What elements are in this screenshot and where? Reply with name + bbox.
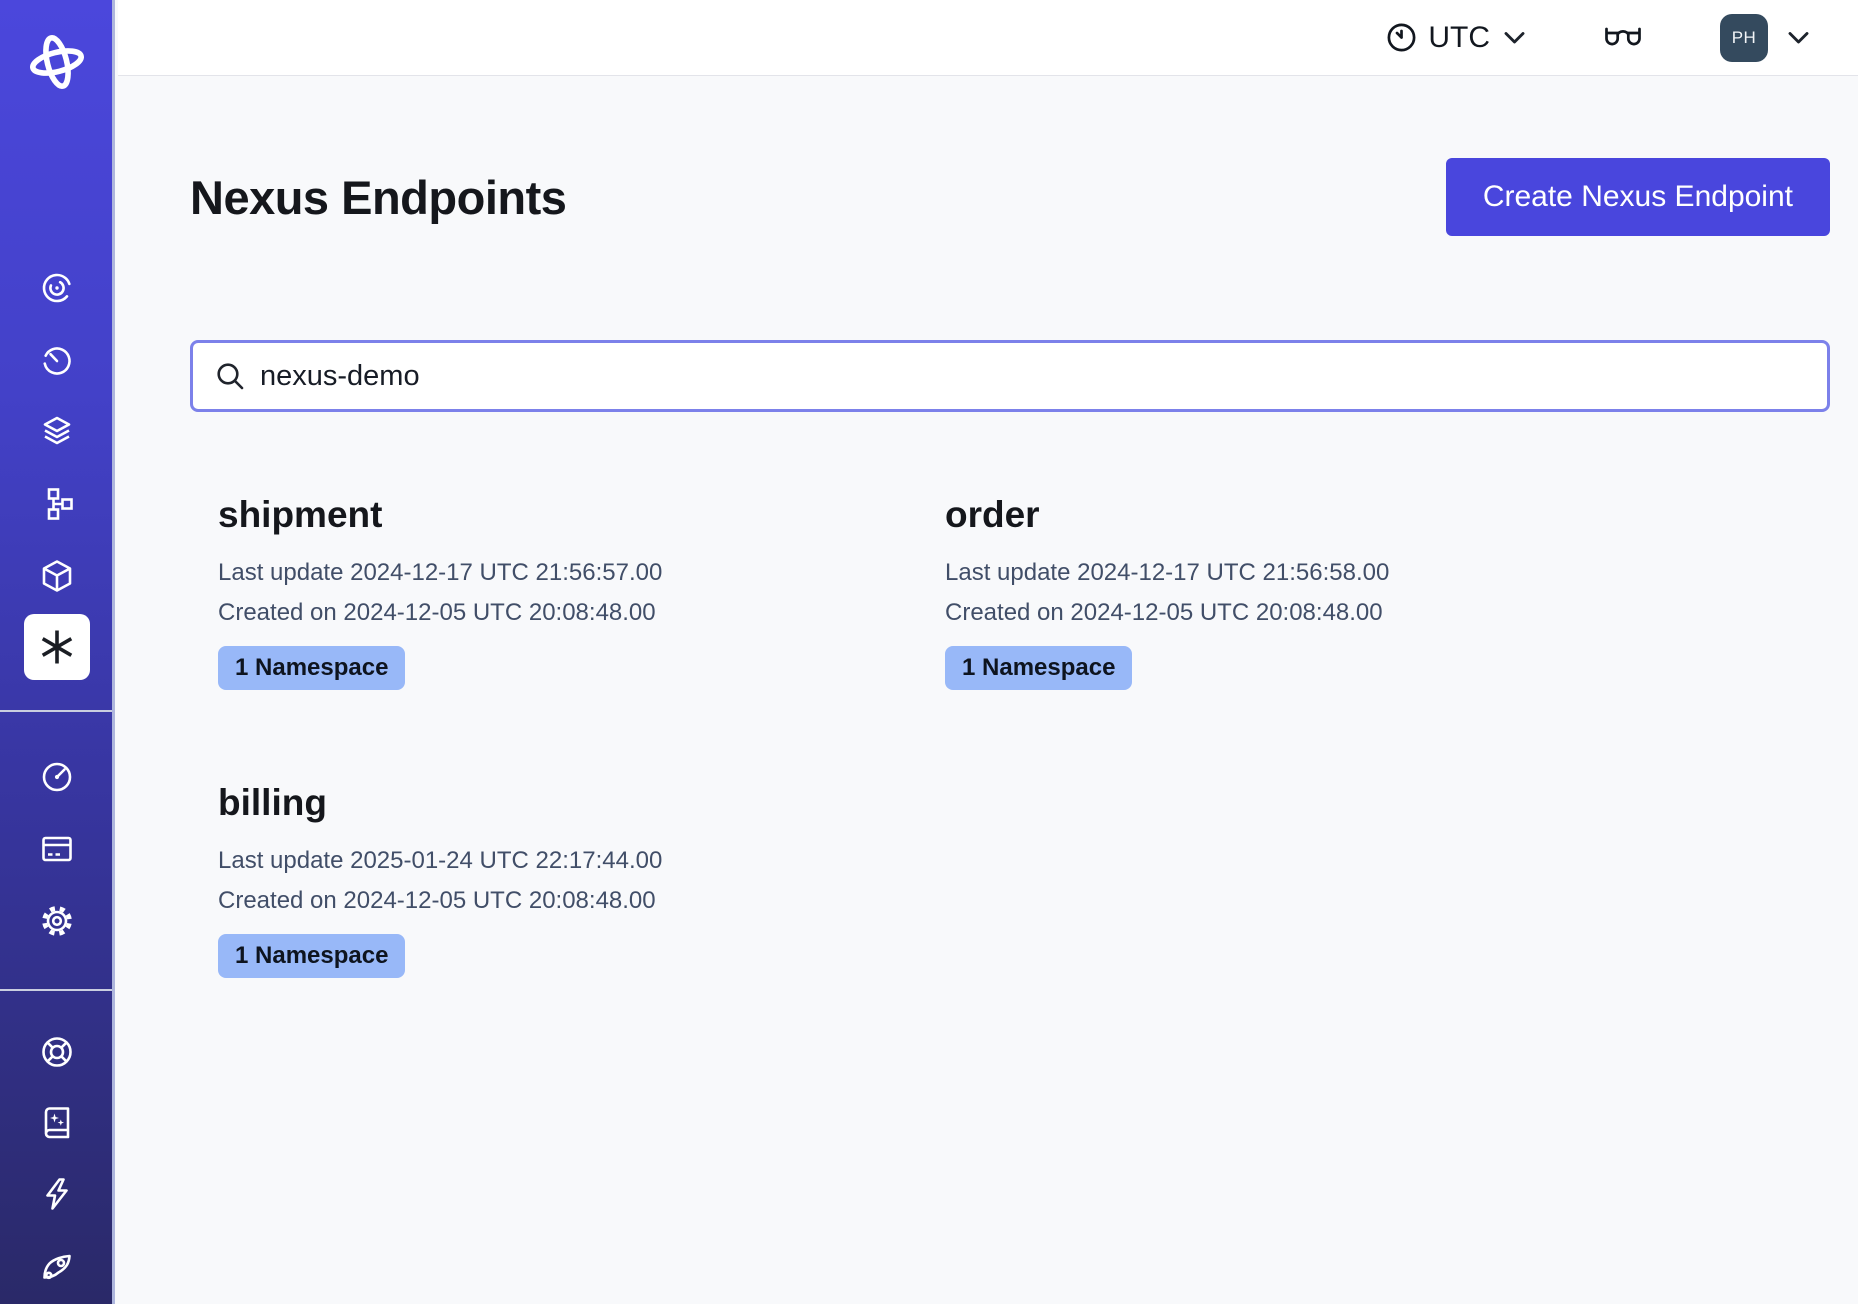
namespace-badge: 1 Namespace: [218, 646, 405, 690]
sidebar-item-schedules[interactable]: [39, 342, 75, 378]
sidebar-divider: [0, 989, 112, 991]
namespace-badge: 1 Namespace: [218, 934, 405, 978]
endpoint-last-update: Last update 2024-12-17 UTC 21:56:57.00: [218, 553, 945, 593]
billing-card-icon: [39, 831, 75, 867]
stack-icon: [39, 413, 75, 449]
sidebar-item-settings[interactable]: [39, 903, 75, 939]
sidebar-item-docs[interactable]: [39, 1105, 75, 1141]
sidebar-item-namespaces[interactable]: [39, 270, 75, 306]
endpoint-created-on: Created on 2024-12-05 UTC 20:08:48.00: [218, 881, 945, 921]
sidebar-item-billing[interactable]: [39, 831, 75, 867]
usage-gauge-icon: [39, 759, 75, 795]
labs-mode-button[interactable]: [1602, 22, 1644, 54]
temporal-logo-icon[interactable]: [25, 28, 89, 96]
endpoint-name: order: [945, 494, 1672, 536]
namespace-badge: 1 Namespace: [945, 646, 1132, 690]
chevron-down-icon: [1501, 25, 1528, 50]
sidebar-item-feedback[interactable]: [39, 1176, 75, 1212]
main-content: Nexus Endpoints Create Nexus Endpoint sh…: [118, 77, 1858, 1304]
endpoint-created-on: Created on 2024-12-05 UTC 20:08:48.00: [218, 593, 945, 633]
endpoints-grid: shipment Last update 2024-12-17 UTC 21:5…: [218, 494, 1830, 978]
endpoint-created-on: Created on 2024-12-05 UTC 20:08:48.00: [945, 593, 1672, 633]
endpoint-card-shipment[interactable]: shipment Last update 2024-12-17 UTC 21:5…: [218, 494, 945, 690]
deployments-icon: [39, 558, 75, 594]
endpoint-last-update: Last update 2025-01-24 UTC 22:17:44.00: [218, 841, 945, 881]
sidebar-item-usage[interactable]: [39, 759, 75, 795]
timezone-label: UTC: [1428, 21, 1490, 55]
timezone-selector[interactable]: UTC: [1386, 21, 1528, 55]
sidebar: [0, 0, 115, 1304]
sidebar-item-getting-started[interactable]: [39, 1249, 75, 1285]
avatar[interactable]: PH: [1720, 14, 1768, 62]
account-menu[interactable]: PH: [1720, 14, 1812, 62]
sidebar-item-nexus-active[interactable]: [24, 614, 90, 680]
search-icon: [215, 361, 245, 391]
endpoint-card-billing[interactable]: billing Last update 2025-01-24 UTC 22:17…: [218, 782, 945, 978]
sidebar-item-stack[interactable]: [39, 413, 75, 449]
sidebar-item-batch-operations[interactable]: [39, 486, 75, 522]
endpoint-name: billing: [218, 782, 945, 824]
docs-book-icon: [39, 1105, 75, 1141]
schedules-icon: [39, 342, 75, 378]
nexus-asterisk-icon: [35, 625, 79, 669]
top-header: UTC PH: [118, 0, 1858, 76]
sidebar-item-support[interactable]: [39, 1034, 75, 1070]
chevron-down-icon: [1785, 25, 1812, 50]
support-lifering-icon: [39, 1034, 75, 1070]
batch-operations-icon: [39, 486, 75, 522]
clock-icon: [1386, 22, 1417, 53]
page-title: Nexus Endpoints: [190, 170, 566, 225]
create-nexus-endpoint-button[interactable]: Create Nexus Endpoint: [1446, 158, 1830, 236]
search-input[interactable]: [260, 360, 1805, 393]
search-box: [190, 340, 1830, 412]
settings-gear-icon: [39, 903, 75, 939]
endpoint-name: shipment: [218, 494, 945, 536]
page-header: Nexus Endpoints Create Nexus Endpoint: [190, 158, 1830, 236]
endpoint-card-order[interactable]: order Last update 2024-12-17 UTC 21:56:5…: [945, 494, 1672, 690]
namespaces-icon: [39, 270, 75, 306]
endpoint-last-update: Last update 2024-12-17 UTC 21:56:58.00: [945, 553, 1672, 593]
sidebar-divider: [0, 710, 112, 712]
getting-started-rocket-icon: [39, 1249, 75, 1285]
sidebar-item-deployments[interactable]: [39, 558, 75, 594]
feedback-bolt-icon: [39, 1176, 75, 1212]
glasses-icon: [1602, 22, 1644, 54]
